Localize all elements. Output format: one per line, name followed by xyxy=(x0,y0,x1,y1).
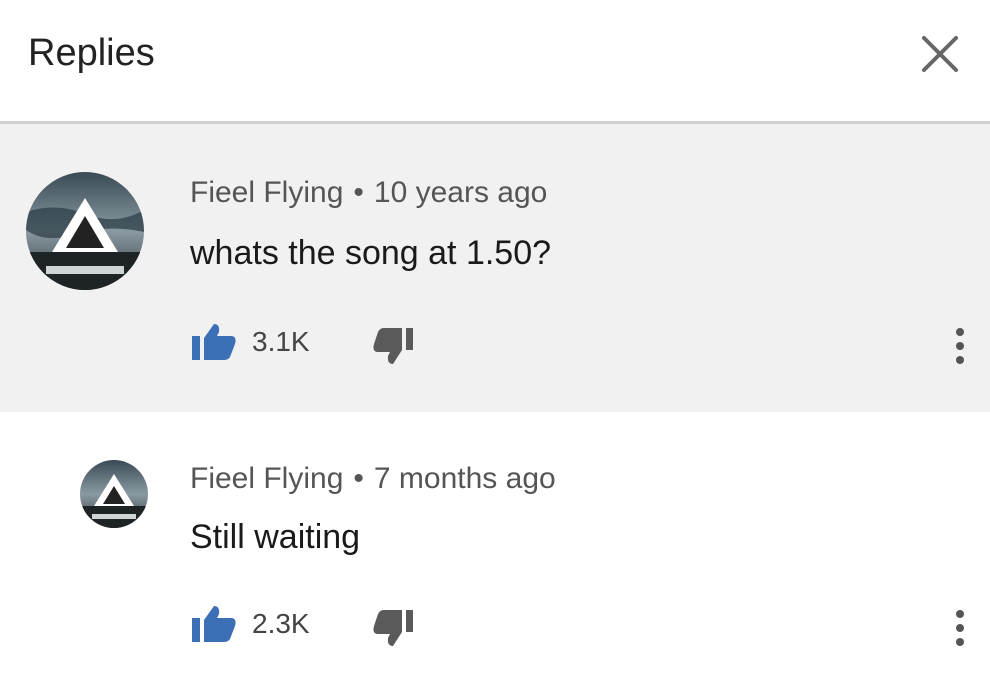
like-button[interactable] xyxy=(190,604,238,644)
like-count: 3.1K xyxy=(252,326,310,357)
more-vert-icon xyxy=(956,610,964,646)
comment-text: whats the song at 1.50? xyxy=(190,234,552,272)
close-button[interactable] xyxy=(912,26,968,82)
page-title: Replies xyxy=(28,32,155,74)
comment-meta: Fieel Flying • 10 years ago xyxy=(190,176,547,210)
meta-separator: • xyxy=(353,462,364,495)
close-icon xyxy=(922,36,958,72)
more-options-button[interactable] xyxy=(950,606,970,650)
thumbs-up-icon xyxy=(192,324,236,360)
reply-comment: Fieel Flying • 7 months ago Still waiting … xyxy=(0,412,990,688)
avatar[interactable] xyxy=(26,172,144,290)
comment-author[interactable]: Fieel Flying xyxy=(190,176,343,209)
comment-author[interactable]: Fieel Flying xyxy=(190,462,343,495)
thumbs-up-icon xyxy=(192,606,236,642)
avatar-image xyxy=(80,460,148,528)
thumbs-down-icon xyxy=(373,610,413,646)
comment-meta: Fieel Flying • 7 months ago xyxy=(190,462,556,496)
replies-header: Replies xyxy=(0,0,990,124)
like-count: 2.3K xyxy=(252,608,310,639)
parent-comment: Fieel Flying • 10 years ago whats the song… xyxy=(0,124,990,412)
meta-separator: • xyxy=(353,176,364,209)
comment-text: Still waiting xyxy=(190,518,361,556)
avatar-image xyxy=(26,172,144,290)
more-vert-icon xyxy=(956,328,964,364)
like-button[interactable] xyxy=(190,322,238,362)
more-options-button[interactable] xyxy=(950,324,970,368)
dislike-button[interactable] xyxy=(372,608,416,648)
thumbs-down-icon xyxy=(373,328,413,364)
avatar[interactable] xyxy=(80,460,148,528)
dislike-button[interactable] xyxy=(372,326,416,366)
comment-time[interactable]: 10 years ago xyxy=(374,176,547,209)
comment-time[interactable]: 7 months ago xyxy=(374,462,556,495)
